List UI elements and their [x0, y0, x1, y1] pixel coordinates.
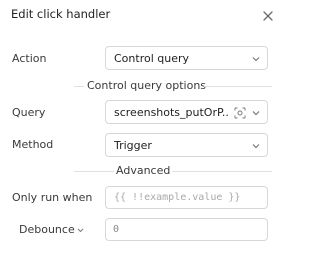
query-select-value: screenshots_putOrP...	[114, 106, 229, 119]
only-run-when-label: Only run when	[12, 191, 93, 204]
divider-line-right	[204, 86, 272, 87]
debounce-input[interactable]: 0	[105, 218, 268, 241]
query-label: Query	[12, 106, 46, 119]
chevron-down-icon	[251, 54, 261, 64]
advanced-heading: Advanced	[116, 164, 171, 177]
divider-line-right	[172, 171, 272, 172]
advanced-divider: Advanced	[12, 164, 272, 178]
only-run-when-placeholder: {{ !!example.value }}	[114, 192, 241, 203]
control-query-options-heading: Control query options	[87, 79, 207, 92]
action-label: Action	[12, 52, 47, 65]
divider-line-left	[74, 86, 84, 87]
debounce-value: 0	[113, 224, 120, 235]
close-icon[interactable]	[260, 8, 276, 24]
chevron-down-icon	[251, 141, 261, 151]
only-run-when-input[interactable]: {{ !!example.value }}	[105, 186, 268, 209]
panel-header: Edit click handler	[0, 0, 284, 30]
chevron-down-icon	[251, 108, 261, 118]
debounce-label[interactable]: Debounce	[19, 223, 75, 236]
action-select[interactable]: Control query	[105, 46, 268, 70]
action-select-value: Control query	[114, 52, 190, 65]
method-select-value: Trigger	[114, 139, 152, 152]
divider-line-left	[74, 171, 114, 172]
control-query-options-divider: Control query options	[12, 79, 272, 93]
query-select[interactable]: screenshots_putOrP...	[105, 100, 268, 124]
chevron-down-icon[interactable]	[76, 226, 85, 235]
click-handler-panel: Edit click handler Action Control query …	[0, 0, 284, 256]
method-label: Method	[12, 138, 54, 151]
method-select[interactable]: Trigger	[105, 133, 268, 157]
variable-scan-icon	[234, 107, 246, 119]
panel-title: Edit click handler	[11, 7, 111, 21]
